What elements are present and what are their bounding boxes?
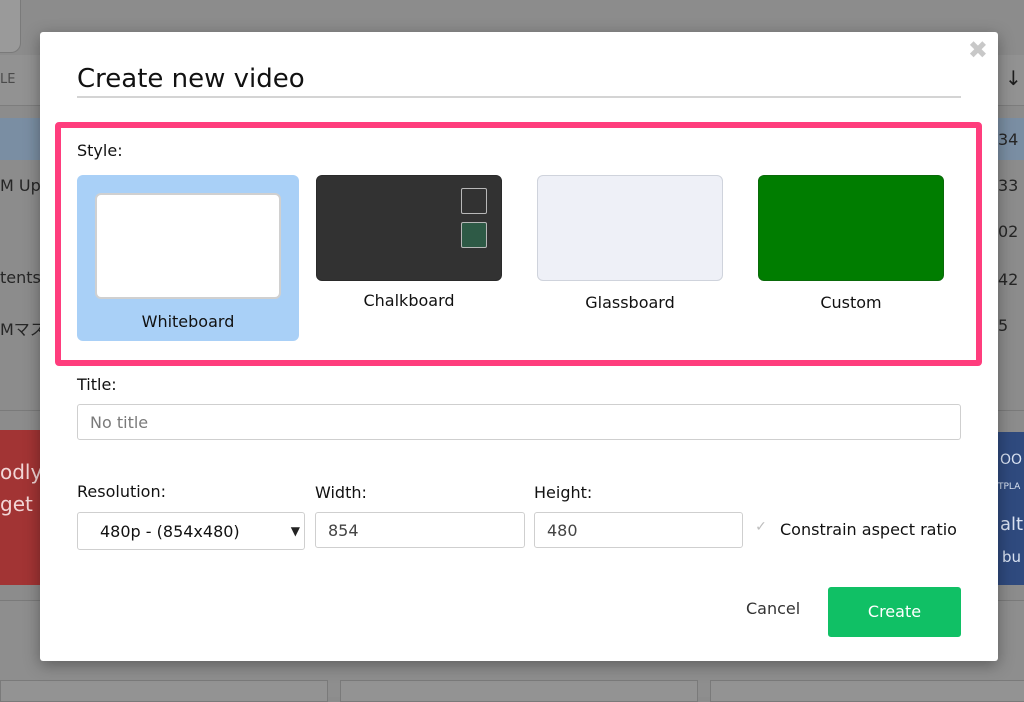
width-input[interactable] <box>315 512 525 548</box>
style-option-label: Glassboard <box>585 293 675 312</box>
chalkboard-color-chip <box>461 222 487 248</box>
style-option-whiteboard[interactable]: Whiteboard <box>77 175 299 341</box>
resolution-value: 480p - (854x480) <box>100 522 240 541</box>
style-section: Style: Whiteboard Chalkboard Glassboard … <box>55 122 982 366</box>
resolution-select[interactable]: 480p - (854x480) ▼ <box>77 512 305 550</box>
cancel-button[interactable]: Cancel <box>746 599 800 618</box>
width-label: Width: <box>315 483 367 502</box>
background-card-text: alt <box>1000 514 1024 535</box>
background-row-number: 34 <box>998 130 1019 149</box>
dialog-title: Create new video <box>77 64 305 94</box>
title-input[interactable] <box>77 404 961 440</box>
style-label: Style: <box>77 141 123 160</box>
background-card-text: get <box>0 492 33 516</box>
create-button[interactable]: Create <box>828 587 961 637</box>
style-option-custom[interactable]: Custom <box>740 175 962 341</box>
background-card-text: odly <box>0 460 43 484</box>
background-tab <box>0 0 21 53</box>
glassboard-swatch <box>537 175 723 281</box>
background-panel <box>340 680 698 702</box>
background-row-number: 5 <box>998 316 1009 335</box>
constrain-aspect-checkbox[interactable]: ✓ <box>753 519 769 535</box>
background-row-number: 02 <box>998 222 1019 241</box>
background-column-header: LE <box>0 72 16 87</box>
constrain-aspect-label: Constrain aspect ratio <box>780 520 957 539</box>
background-row-number: 33 <box>998 176 1019 195</box>
background-row-text: M Up <box>0 176 41 195</box>
create-video-dialog: ✖ Create new video Style: Whiteboard Cha… <box>40 32 998 661</box>
style-option-chalkboard[interactable]: Chalkboard <box>298 175 520 341</box>
background-card-text: TPLA <box>998 482 1021 492</box>
title-divider <box>77 96 961 98</box>
background-card-text: OO <box>1000 452 1023 468</box>
style-option-label: Custom <box>820 293 882 312</box>
height-input[interactable] <box>534 512 743 548</box>
close-icon[interactable]: ✖ <box>968 36 988 64</box>
height-label: Height: <box>534 483 593 502</box>
background-card-right: OO TPLA alt bu <box>998 432 1024 585</box>
chalkboard-swatch <box>316 175 502 281</box>
whiteboard-swatch <box>95 193 281 299</box>
style-option-label: Whiteboard <box>141 312 235 331</box>
background-card-text: bu <box>1002 548 1022 566</box>
background-row-text: tents <box>0 268 41 287</box>
background-panel <box>0 680 328 702</box>
style-option-label: Chalkboard <box>363 291 455 310</box>
custom-swatch <box>758 175 944 281</box>
background-card-left: odly get <box>0 430 43 585</box>
dropdown-caret-icon: ▼ <box>290 524 300 538</box>
background-panel <box>710 680 1024 702</box>
style-option-glassboard[interactable]: Glassboard <box>519 175 741 341</box>
title-label: Title: <box>77 375 117 394</box>
background-row-text: Mマス <box>0 320 46 339</box>
resolution-label: Resolution: <box>77 482 166 501</box>
sort-arrow-icon: ↓ <box>1005 66 1022 90</box>
background-row-number: 42 <box>998 270 1019 289</box>
chalkboard-color-chip <box>461 188 487 214</box>
